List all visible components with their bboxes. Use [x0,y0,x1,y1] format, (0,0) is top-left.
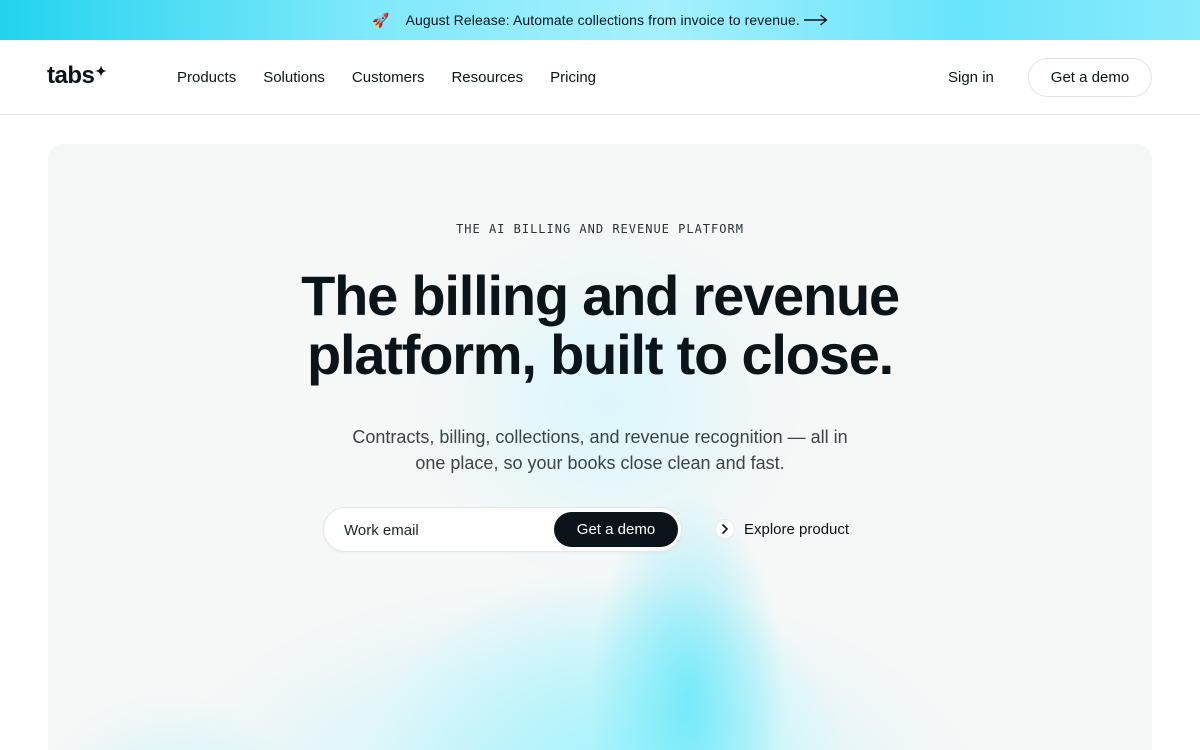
headline-line-1: The billing and revenue [301,264,900,327]
logo-text: tabs [47,62,95,89]
headline-line-2: platform, built to close. [306,323,894,386]
sparkle-icon [95,64,108,82]
hero-section: THE AI BILLING AND REVENUE PLATFORM The … [48,144,1152,750]
work-email-input[interactable] [344,520,544,540]
chevron-right-icon [715,519,735,539]
rocket-icon: 🚀 [372,11,390,28]
logo[interactable]: tabs [47,62,108,90]
nav-products[interactable]: Products [177,68,236,88]
hero-headline: The billing and revenue platform, built … [48,266,1152,384]
sign-in-link[interactable]: Sign in [948,68,994,88]
hero-eyebrow: THE AI BILLING AND REVENUE PLATFORM [456,222,744,236]
nav-customers[interactable]: Customers [352,68,425,88]
explore-product-label: Explore product [744,520,850,538]
main-nav: Products Solutions Customers Resources P… [177,68,623,88]
form-get-demo-button[interactable]: Get a demo [554,512,678,547]
explore-product-link[interactable]: Explore product [715,519,849,539]
site-header: tabs Products Solutions Customers Resour… [0,40,1200,115]
nav-solutions[interactable]: Solutions [263,68,325,88]
nav-pricing[interactable]: Pricing [550,68,596,88]
email-signup-form: Get a demo [323,507,682,552]
get-demo-button[interactable]: Get a demo [1028,58,1152,97]
hero-subhead: Contracts, billing, collections, and rev… [352,427,848,473]
announcement-text[interactable]: August Release: Automate collections fro… [406,12,800,28]
nav-resources[interactable]: Resources [451,68,523,88]
announcement-bar[interactable]: 🚀 August Release: Automate collections f… [0,0,1200,40]
long-arrow-right-icon [803,14,828,26]
